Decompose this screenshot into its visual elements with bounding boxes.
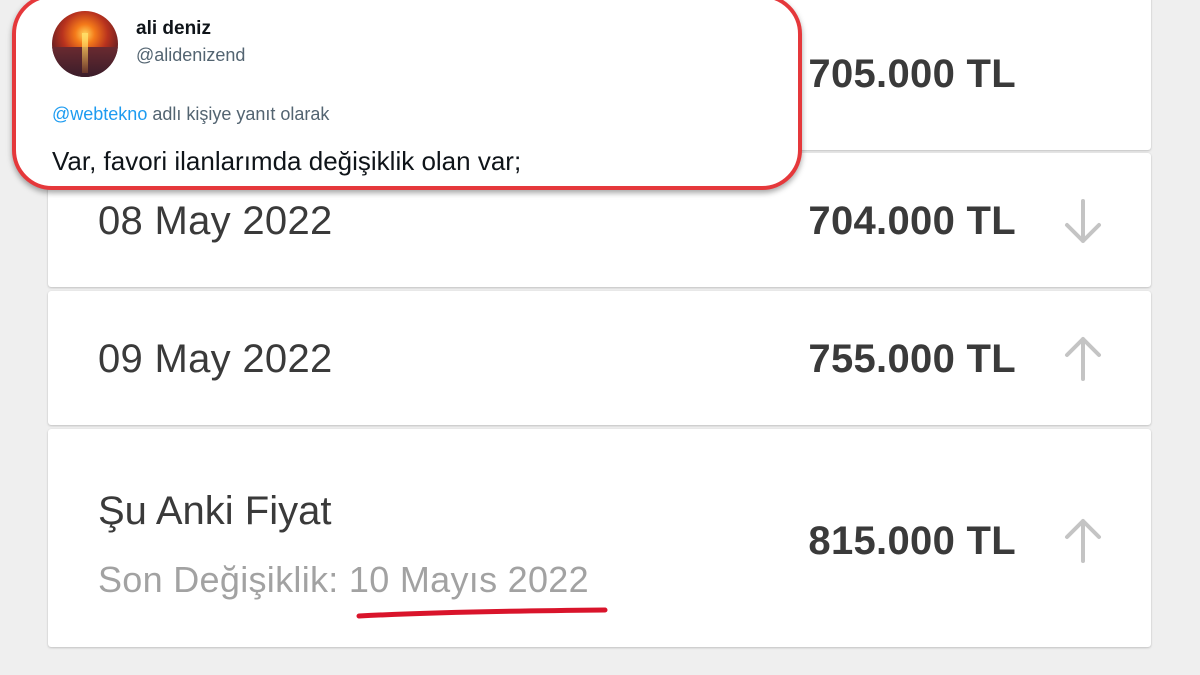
tweet-author-name[interactable]: ali deniz <box>136 18 211 40</box>
last-change: Son Değişiklik: 10 Mayıs 2022 <box>98 559 589 601</box>
current-price-value: 815.000 TL <box>808 519 1016 563</box>
price-value: 704.000 TL <box>808 199 1016 243</box>
highlight-underline <box>356 607 608 619</box>
price-value: 755.000 TL <box>808 337 1016 381</box>
price-history-row: 09 May 2022 755.000 TL <box>48 291 1151 425</box>
current-price-title: Şu Anki Fiyat <box>98 489 332 533</box>
reply-mention-link[interactable]: @webtekno <box>52 104 147 124</box>
reply-context-text: adlı kişiye yanıt olarak <box>147 104 330 124</box>
arrow-down-icon <box>1063 197 1103 247</box>
last-change-date: 10 Mayıs 2022 <box>348 559 589 600</box>
last-change-label: Son Değişiklik: <box>98 559 339 600</box>
tweet-card: ali deniz @alidenizend @webtekno adlı ki… <box>12 0 802 190</box>
arrow-up-icon <box>1063 333 1103 383</box>
price-value: 705.000 TL <box>808 52 1016 96</box>
arrow-up-icon <box>1063 515 1103 565</box>
avatar[interactable] <box>52 11 118 77</box>
price-date: 09 May 2022 <box>98 337 333 381</box>
tweet-text: Var, favori ilanlarımda değişiklik olan … <box>52 146 522 176</box>
price-date: 08 May 2022 <box>98 199 333 243</box>
tweet-author-handle[interactable]: @alidenizend <box>136 45 245 66</box>
reply-context: @webtekno adlı kişiye yanıt olarak <box>52 104 329 125</box>
